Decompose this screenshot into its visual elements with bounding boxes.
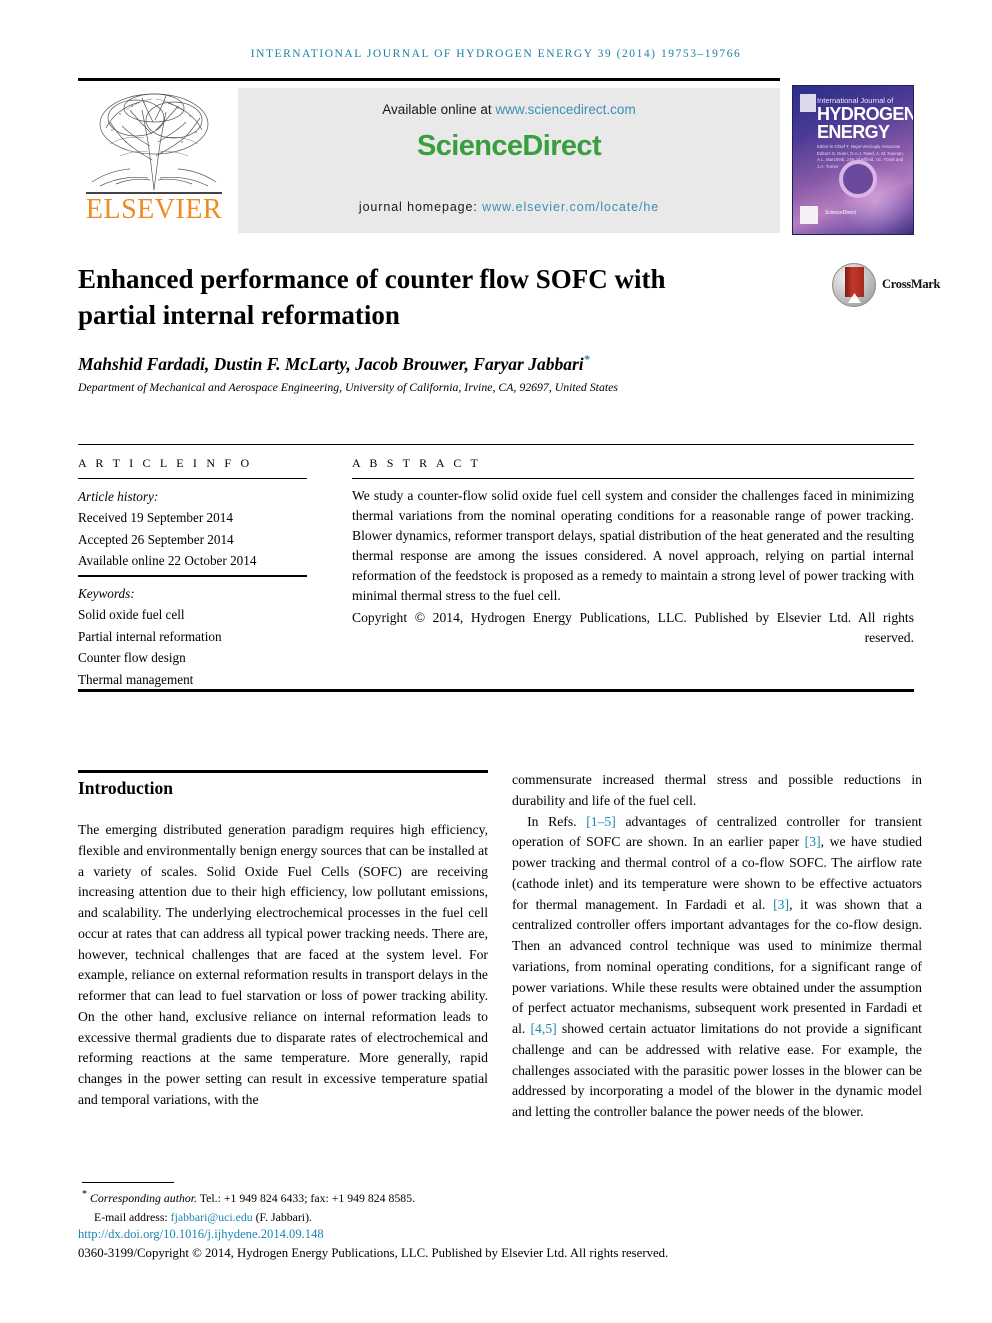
- keywords-block: Keywords: Solid oxide fuel cell Partial …: [78, 583, 318, 690]
- author-list: Mahshid Fardadi, Dustin F. McLarty, Jaco…: [78, 352, 838, 375]
- keywords-divider-rule: [78, 575, 307, 577]
- crossmark-icon: [832, 263, 876, 307]
- article-info-rule: [78, 478, 307, 479]
- journal-cover-image: International Journal of HYDROGEN ENERGY…: [792, 85, 914, 235]
- cover-sciencedirect-mark: ScienceDirect: [825, 210, 856, 216]
- available-online-label: Available online at: [382, 102, 496, 117]
- keyword-item: Thermal management: [78, 671, 194, 687]
- infoabstract-bottom-rule: [78, 689, 914, 692]
- affiliation: Department of Mechanical and Aerospace E…: [78, 380, 618, 394]
- body-paragraph: commensurate increased thermal stress an…: [512, 772, 922, 808]
- body-text: , it was shown that a centralized contro…: [512, 896, 922, 1037]
- crossmark-book-icon: [845, 267, 864, 297]
- abstract-body: We study a counter-flow solid oxide fuel…: [352, 486, 914, 648]
- abstract-rule: [352, 478, 914, 479]
- elsevier-logo: ELSEVIER: [78, 88, 230, 233]
- footnote-block: * Corresponding author. Tel.: +1 949 824…: [82, 1187, 682, 1227]
- citation-ref[interactable]: [1–5]: [586, 814, 616, 829]
- corresponding-author-contact: Tel.: +1 949 824 6433; fax: +1 949 824 8…: [197, 1190, 416, 1205]
- article-history-item: Available online 22 October 2014: [78, 553, 257, 569]
- abstract-heading: A B S T R A C T: [352, 456, 482, 470]
- cover-editor-block: Editor-in-Chief T. Nejat Veziroglu Assoc…: [817, 144, 904, 169]
- issn-copyright: 0360-3199/Copyright © 2014, Hydrogen Ene…: [78, 1246, 669, 1260]
- paper-page: International Journal of Hydrogen Energy…: [0, 0, 992, 1323]
- citation-ref[interactable]: [3]: [805, 834, 821, 849]
- body-text: showed certain actuator limitations do n…: [512, 1021, 922, 1119]
- article-history: Article history: Received 19 September 2…: [78, 486, 318, 572]
- infoabstract-top-rule: [78, 444, 914, 445]
- journal-homepage-link[interactable]: www.elsevier.com/locate/he: [482, 200, 659, 214]
- corresponding-author-marker: *: [583, 352, 590, 366]
- article-history-item: Received 19 September 2014: [78, 510, 233, 526]
- sciencedirect-banner: Available online at www.sciencedirect.co…: [238, 88, 780, 233]
- email-link[interactable]: fjabbari@uci.edu: [171, 1210, 253, 1224]
- page-title: Enhanced performance of counter flow SOF…: [78, 264, 666, 330]
- masthead-top-rule: [78, 78, 780, 81]
- email-label: E-mail address:: [94, 1210, 171, 1225]
- available-online-line: Available online at www.sciencedirect.co…: [238, 102, 780, 117]
- cover-title-hydrogen: HYDROGEN: [817, 104, 914, 124]
- article-info-heading: A R T I C L E I N F O: [78, 456, 253, 470]
- running-head: International Journal of Hydrogen Energy…: [250, 48, 742, 60]
- introduction-rule: [78, 770, 488, 773]
- keyword-item: Counter flow design: [78, 650, 186, 666]
- keywords-label: Keywords:: [78, 586, 135, 601]
- body-column-left: The emerging distributed generation para…: [78, 820, 488, 1111]
- sciencedirect-link[interactable]: www.sciencedirect.com: [495, 102, 635, 117]
- keyword-item: Solid oxide fuel cell: [78, 607, 185, 623]
- email-note: E-mail address: fjabbari@uci.edu (F. Jab…: [94, 1208, 682, 1227]
- cover-ihe-mark: [800, 206, 818, 224]
- section-title-introduction: Introduction: [78, 778, 173, 798]
- crossmark-badge[interactable]: CrossMark: [832, 263, 940, 309]
- body-text: In Refs.: [527, 813, 587, 829]
- sciencedirect-wordmark: ScienceDirect: [416, 130, 602, 162]
- body-paragraph: In Refs. [1–5] advantages of centralized…: [512, 812, 922, 1123]
- cover-publisher-mark: [800, 94, 816, 112]
- journal-homepage-line: journal homepage: www.elsevier.com/locat…: [238, 200, 780, 214]
- corresponding-author-label: Corresponding author.: [89, 1190, 198, 1205]
- author-names: Mahshid Fardadi, Dustin F. McLarty, Jaco…: [78, 353, 584, 374]
- abstract-copyright: Copyright © 2014, Hydrogen Energy Public…: [352, 609, 914, 645]
- citation-ref[interactable]: [3]: [773, 897, 789, 912]
- body-column-right: commensurate increased thermal stress an…: [512, 770, 922, 1123]
- doi-link[interactable]: http://dx.doi.org/10.1016/j.ijhydene.201…: [78, 1227, 324, 1242]
- article-history-label: Article history:: [78, 489, 159, 504]
- email-suffix: (F. Jabbari).: [252, 1210, 312, 1225]
- crossmark-label: CrossMark: [882, 277, 941, 291]
- keyword-item: Partial internal reformation: [78, 628, 222, 644]
- journal-homepage-label: journal homepage:: [358, 200, 483, 214]
- masthead: ELSEVIER Available online at www.science…: [78, 88, 780, 233]
- elsevier-wordmark: ELSEVIER: [85, 194, 223, 225]
- elsevier-tree-icon: [91, 93, 217, 191]
- article-history-item: Accepted 26 September 2014: [78, 531, 234, 547]
- cover-title-energy: ENERGY: [817, 122, 890, 142]
- corresponding-author-note: * Corresponding author. Tel.: +1 949 824…: [82, 1187, 682, 1208]
- footnote-star-marker: *: [82, 1189, 87, 1200]
- abstract-paragraph: We study a counter-flow solid oxide fuel…: [352, 488, 914, 603]
- citation-ref[interactable]: [4,5]: [531, 1021, 557, 1036]
- footnote-rule: [82, 1182, 174, 1183]
- body-paragraph: The emerging distributed generation para…: [78, 822, 488, 1107]
